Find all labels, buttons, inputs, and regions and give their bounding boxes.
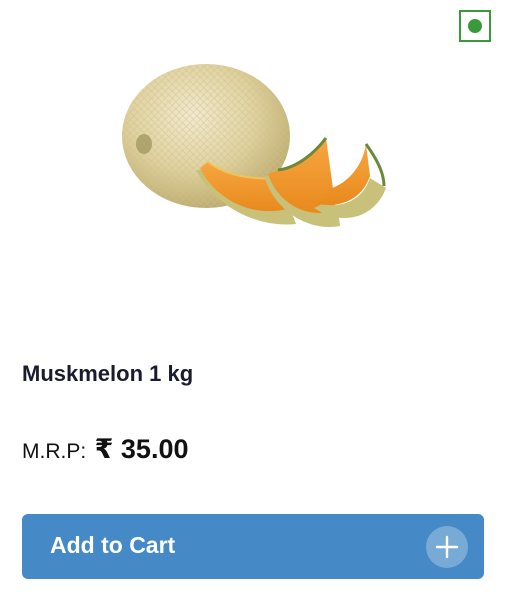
product-name[interactable]: Muskmelon 1 kg <box>22 361 193 387</box>
product-image[interactable] <box>118 58 390 244</box>
veg-indicator-icon <box>459 10 491 42</box>
add-to-cart-label: Add to Cart <box>50 532 176 558</box>
veg-dot <box>468 19 482 33</box>
add-to-cart-button[interactable]: Add to Cart <box>22 514 484 579</box>
price-value: ₹ 35.00 <box>94 434 189 464</box>
price-row: M.R.P: ₹ 35.00 <box>22 434 188 465</box>
product-card: Muskmelon 1 kg M.R.P: ₹ 35.00 Add to Car… <box>0 0 506 596</box>
muskmelon-illustration <box>122 64 386 227</box>
mrp-label: M.R.P: <box>22 440 87 463</box>
plus-icon[interactable] <box>426 526 468 568</box>
